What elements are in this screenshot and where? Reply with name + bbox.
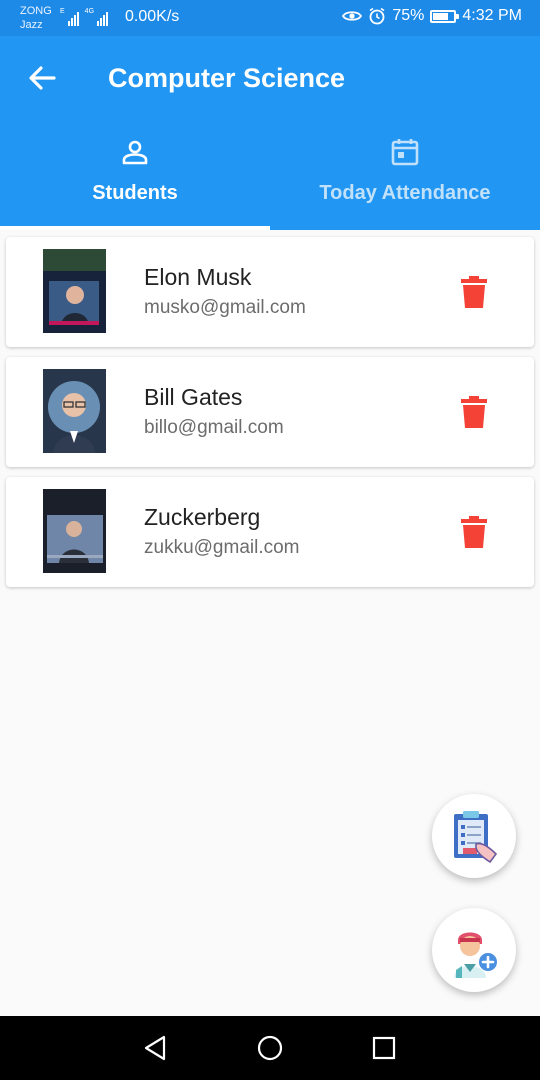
clock: 4:32 PM	[462, 7, 522, 24]
page-title: Computer Science	[108, 63, 346, 93]
app-bar: Computer Science Students Today Attendan…	[0, 36, 540, 230]
status-bar: ZONG Jazz E 4G 0.00K/s 75% 4:32 PM	[0, 0, 540, 36]
signal-icons: E 4G	[60, 8, 112, 26]
clipboard-attendance-icon	[454, 811, 498, 864]
student-photo	[43, 489, 106, 573]
student-card[interactable]: Bill Gates billo@gmail.com	[6, 357, 534, 467]
student-email: billo@gmail.com	[144, 417, 284, 438]
student-email: musko@gmail.com	[144, 297, 306, 318]
battery-icon	[430, 9, 460, 23]
tab-indicator	[0, 226, 270, 230]
tab-today-attendance-label: Today Attendance	[319, 182, 491, 204]
battery-percent: 75%	[392, 7, 425, 24]
eye-icon	[342, 11, 363, 21]
nav-recents-icon[interactable]	[368, 1032, 400, 1064]
battery-level	[433, 12, 449, 20]
student-photo	[43, 249, 106, 333]
signal-bars-icon-2	[97, 10, 109, 26]
status-right: 75% 4:32 PM	[342, 7, 522, 25]
screen: ZONG Jazz E 4G 0.00K/s 75% 4:32 PM Compu…	[0, 0, 540, 1080]
network-speed: 0.00K/s	[125, 8, 180, 25]
signal-bars-icon	[67, 10, 79, 26]
tab-today-attendance[interactable]: Today Attendance	[270, 132, 540, 230]
carrier-info: ZONG Jazz	[20, 4, 52, 32]
network-tag: E	[60, 8, 65, 15]
alarm-icon	[369, 7, 385, 25]
carrier-top: ZONG	[20, 5, 52, 17]
delete-icon[interactable]	[460, 516, 488, 548]
student-email: zukku@gmail.com	[144, 537, 300, 558]
student-photo	[43, 369, 106, 453]
person-icon	[122, 140, 148, 165]
nav-home-icon[interactable]	[254, 1032, 286, 1064]
student-name: Elon Musk	[144, 264, 252, 290]
carrier-bottom: Jazz	[20, 19, 43, 31]
delete-icon[interactable]	[460, 396, 488, 428]
add-student-fab-button[interactable]	[432, 908, 516, 992]
student-name: Bill Gates	[144, 384, 243, 410]
student-name: Zuckerberg	[144, 504, 261, 530]
student-card[interactable]: Zuckerberg zukku@gmail.com	[6, 477, 534, 587]
tab-students[interactable]: Students	[0, 132, 270, 230]
tab-students-label: Students	[92, 182, 178, 204]
network-tag-2: 4G	[84, 8, 95, 15]
delete-icon[interactable]	[460, 276, 488, 308]
student-card[interactable]: Elon Musk musko@gmail.com	[6, 237, 534, 347]
nav-back-icon[interactable]	[140, 1032, 172, 1064]
calendar-icon	[391, 139, 419, 166]
add-student-icon	[454, 932, 497, 978]
system-nav-bar	[0, 1016, 540, 1080]
attendance-fab-button[interactable]	[432, 794, 516, 878]
back-arrow-icon[interactable]	[24, 60, 60, 96]
